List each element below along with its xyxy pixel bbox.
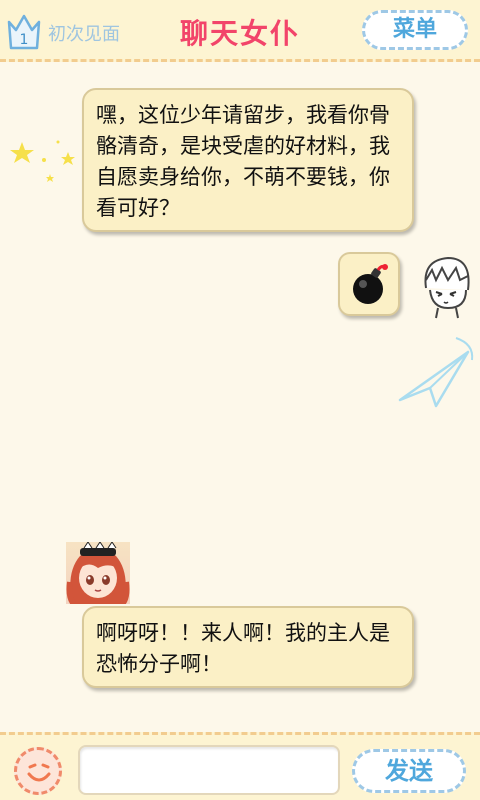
menu-button[interactable]: 菜单 [362, 10, 468, 50]
paper-plane-icon [398, 337, 474, 408]
top-bar: 1 初次见面 聊天女仆 菜单 [0, 0, 480, 62]
message-input[interactable] [78, 745, 340, 795]
smiley-icon [27, 763, 51, 782]
input-bar: 发送 [0, 732, 480, 800]
maid-avatar[interactable] [66, 541, 130, 607]
user-avatar[interactable] [414, 250, 478, 320]
stars-decoration-icon [10, 140, 75, 182]
emoji-button[interactable] [14, 747, 62, 795]
chat-bubble-maid: 啊呀呀！！来人啊！我的主人是恐怖分子啊！ [82, 606, 414, 688]
chat-bubble-user [338, 252, 400, 316]
chat-bubble-maid: 嘿，这位少年请留步，我看你骨骼清奇，是块受虐的好材料，我自愿卖身给你，不萌不要钱… [82, 88, 414, 232]
bomb-icon [353, 264, 388, 304]
send-button[interactable]: 发送 [352, 749, 466, 793]
